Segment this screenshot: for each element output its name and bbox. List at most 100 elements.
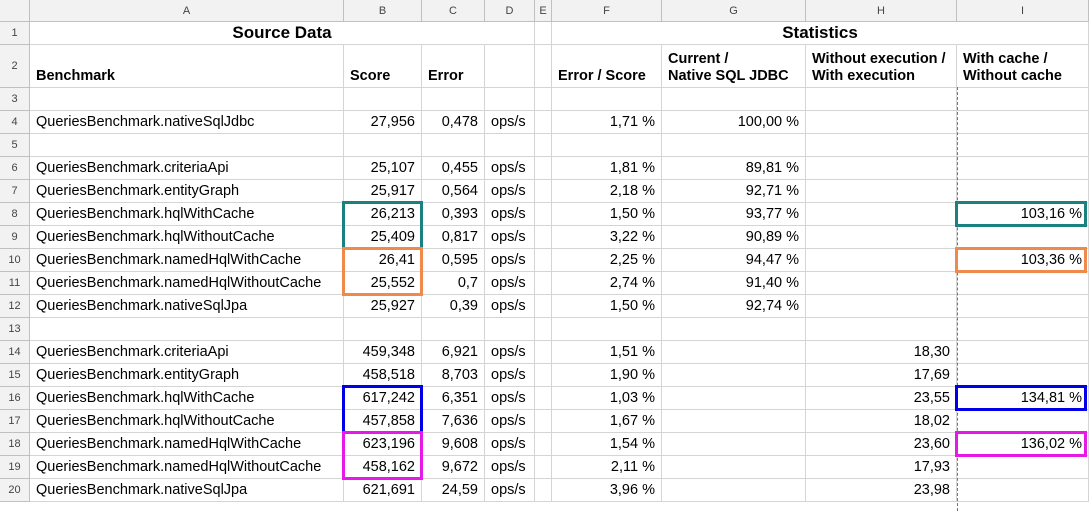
cell-e13[interactable]	[535, 318, 552, 341]
cell-h4[interactable]	[806, 111, 957, 134]
cell-i12[interactable]	[957, 295, 1089, 318]
column-header-h[interactable]: H	[806, 0, 957, 22]
row-header-11[interactable]: 11	[0, 272, 30, 295]
cell-g13[interactable]	[662, 318, 806, 341]
column-header-e[interactable]: E	[535, 0, 552, 22]
cell-h13[interactable]	[806, 318, 957, 341]
row-header-15[interactable]: 15	[0, 364, 30, 387]
cell-e11[interactable]	[535, 272, 552, 295]
column-header-f[interactable]: F	[552, 0, 662, 22]
row-header-13[interactable]: 13	[0, 318, 30, 341]
column-header-g[interactable]: G	[662, 0, 806, 22]
cell-e3[interactable]	[535, 88, 552, 111]
cell-e10[interactable]	[535, 249, 552, 272]
cell-h10[interactable]	[806, 249, 957, 272]
cell-f13[interactable]	[552, 318, 662, 341]
row-header-4[interactable]: 4	[0, 111, 30, 134]
cell-a5[interactable]	[30, 134, 344, 157]
cell-d5[interactable]	[485, 134, 535, 157]
cell-e19[interactable]	[535, 456, 552, 479]
cell-e20[interactable]	[535, 479, 552, 502]
cell-i11[interactable]	[957, 272, 1089, 295]
cell-g18[interactable]	[662, 433, 806, 456]
cell-h11[interactable]	[806, 272, 957, 295]
cell-e16[interactable]	[535, 387, 552, 410]
row-header-14[interactable]: 14	[0, 341, 30, 364]
cell-i20[interactable]	[957, 479, 1089, 502]
cell-i17[interactable]	[957, 410, 1089, 433]
cell-i19[interactable]	[957, 456, 1089, 479]
cell-a13[interactable]	[30, 318, 344, 341]
cell-i3[interactable]	[957, 88, 1089, 111]
cell-e17[interactable]	[535, 410, 552, 433]
cell-e8[interactable]	[535, 203, 552, 226]
cell-h8[interactable]	[806, 203, 957, 226]
cell-e5[interactable]	[535, 134, 552, 157]
row-header-3[interactable]: 3	[0, 88, 30, 111]
column-header-b[interactable]: B	[344, 0, 422, 22]
cell-h6[interactable]	[806, 157, 957, 180]
cell-e1[interactable]	[535, 22, 552, 45]
cell-g19[interactable]	[662, 456, 806, 479]
cell-i4[interactable]	[957, 111, 1089, 134]
cell-g14[interactable]	[662, 341, 806, 364]
row-header-5[interactable]: 5	[0, 134, 30, 157]
column-header-c[interactable]: C	[422, 0, 485, 22]
cell-g3[interactable]	[662, 88, 806, 111]
row-header-7[interactable]: 7	[0, 180, 30, 203]
spreadsheet[interactable]: A B C D E F G H I 1 2 3 4 5 6 7 8 9 10 11 12 13 14 15 16 17 18 19 20…	[0, 0, 1089, 511]
row-header-20[interactable]: 20	[0, 479, 30, 502]
cell-h9[interactable]	[806, 226, 957, 249]
row-header-1[interactable]: 1	[0, 22, 30, 45]
cell-c3[interactable]	[422, 88, 485, 111]
cell-b3[interactable]	[344, 88, 422, 111]
cell-i15[interactable]	[957, 364, 1089, 387]
row-header-18[interactable]: 18	[0, 433, 30, 456]
row-header-17[interactable]: 17	[0, 410, 30, 433]
column-header-d[interactable]: D	[485, 0, 535, 22]
row-header-16[interactable]: 16	[0, 387, 30, 410]
cell-c5[interactable]	[422, 134, 485, 157]
row-header-2[interactable]: 2	[0, 45, 30, 88]
cell-g15[interactable]	[662, 364, 806, 387]
cell-e14[interactable]	[535, 341, 552, 364]
cell-b13[interactable]	[344, 318, 422, 341]
cell-g16[interactable]	[662, 387, 806, 410]
cell-g17[interactable]	[662, 410, 806, 433]
cell-i9[interactable]	[957, 226, 1089, 249]
cell-i5[interactable]	[957, 134, 1089, 157]
cell-f5[interactable]	[552, 134, 662, 157]
cell-i7[interactable]	[957, 180, 1089, 203]
cell-b5[interactable]	[344, 134, 422, 157]
cell-i14[interactable]	[957, 341, 1089, 364]
cell-e6[interactable]	[535, 157, 552, 180]
column-header-i[interactable]: I	[957, 0, 1089, 22]
row-header-10[interactable]: 10	[0, 249, 30, 272]
cell-a3[interactable]	[30, 88, 344, 111]
row-header-8[interactable]: 8	[0, 203, 30, 226]
cell-c13[interactable]	[422, 318, 485, 341]
cell-f3[interactable]	[552, 88, 662, 111]
cell-e18[interactable]	[535, 433, 552, 456]
column-header-a[interactable]: A	[30, 0, 344, 22]
cell-e9[interactable]	[535, 226, 552, 249]
row-header-9[interactable]: 9	[0, 226, 30, 249]
cell-h12[interactable]	[806, 295, 957, 318]
cell-e2[interactable]	[535, 45, 552, 88]
cell-e7[interactable]	[535, 180, 552, 203]
row-header-12[interactable]: 12	[0, 295, 30, 318]
cell-e15[interactable]	[535, 364, 552, 387]
cell-e4[interactable]	[535, 111, 552, 134]
cell-e12[interactable]	[535, 295, 552, 318]
select-all-corner[interactable]	[0, 0, 30, 22]
cell-h5[interactable]	[806, 134, 957, 157]
row-header-19[interactable]: 19	[0, 456, 30, 479]
cell-d2[interactable]	[485, 45, 535, 88]
cell-g5[interactable]	[662, 134, 806, 157]
cell-h7[interactable]	[806, 180, 957, 203]
cell-g20[interactable]	[662, 479, 806, 502]
cell-d3[interactable]	[485, 88, 535, 111]
cell-d13[interactable]	[485, 318, 535, 341]
cell-i13[interactable]	[957, 318, 1089, 341]
cell-i6[interactable]	[957, 157, 1089, 180]
